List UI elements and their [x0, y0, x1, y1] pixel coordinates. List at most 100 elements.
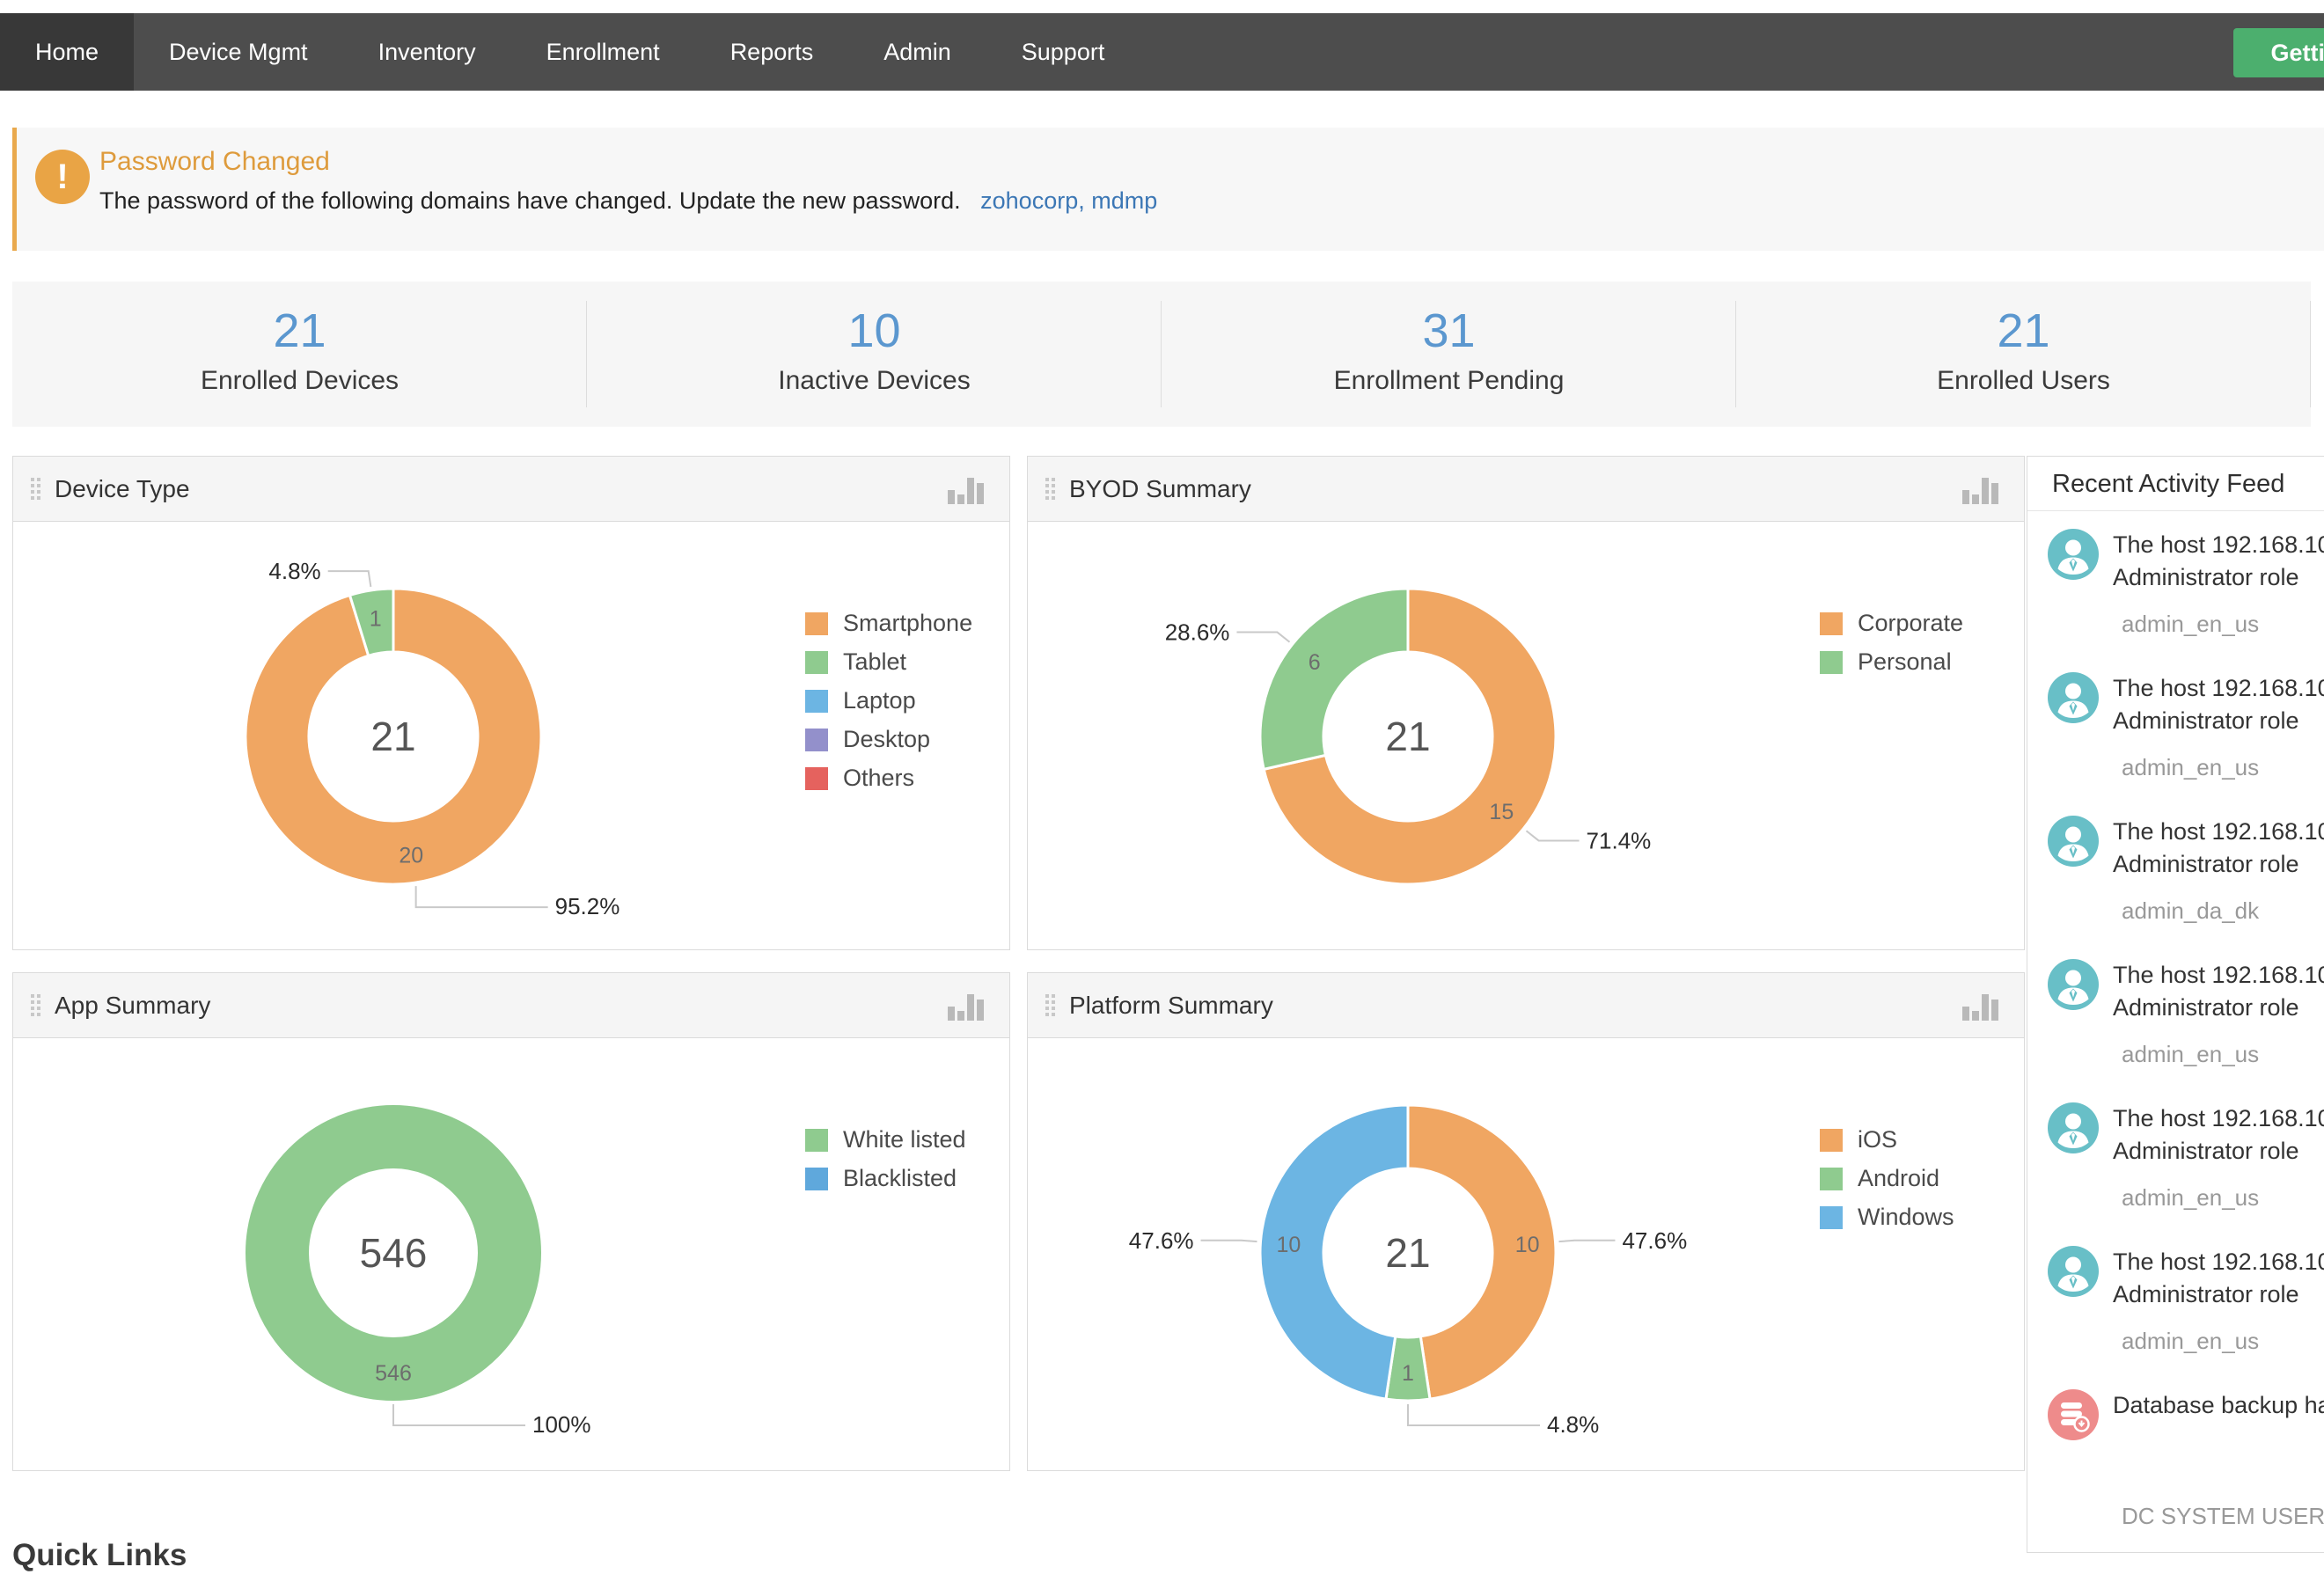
drag-handle-icon[interactable] [31, 994, 40, 1016]
stat-label: Inactive Devices [587, 366, 1162, 396]
stat-label: Enrollment Pending [1162, 366, 1736, 396]
quick-links-heading: Quick Links [12, 1538, 187, 1573]
stat-enrollment-pending[interactable]: 31 Enrollment Pending [1162, 282, 1736, 427]
feed-item-text: The host 192.168.102 [2113, 1246, 2324, 1278]
svg-text:71.4%: 71.4% [1587, 827, 1652, 853]
legend-item: Blacklisted [805, 1165, 966, 1192]
feed-title: Recent Activity Feed [2027, 457, 2324, 511]
password-changed-alert: ! Password Changed The password of the f… [12, 128, 2324, 251]
feed-item-text: Administrator role [2113, 1278, 2324, 1311]
nav-tab-home[interactable]: Home [0, 13, 134, 91]
legend-label: Windows [1858, 1204, 1954, 1231]
stat-value: 31 [1162, 304, 1736, 357]
legend-label: Tablet [843, 648, 906, 676]
legend-item: Laptop [805, 687, 972, 714]
feed-item-text: The host 192.168.102 [2113, 816, 2324, 848]
user-avatar-icon [2048, 529, 2099, 580]
platform-summary-donut-chart: 1047.6%14.8%1047.6%21 [1028, 1038, 2024, 1469]
summary-stats-row: 21 Enrolled Devices 10 Inactive Devices … [12, 282, 2311, 427]
feed-item-user: admin_da_dk [2122, 897, 2324, 925]
nav-tab-device-mgmt[interactable]: Device Mgmt [134, 13, 343, 91]
database-backup-icon [2048, 1389, 2099, 1440]
nav-tab-support[interactable]: Support [986, 13, 1140, 91]
feed-item: The host 192.168.102 Administrator role … [2048, 672, 2324, 781]
drag-handle-icon[interactable] [31, 478, 40, 500]
feed-item-text: Administrator role [2113, 992, 2324, 1024]
legend-swatch [805, 1129, 828, 1152]
feed-item-user: admin_en_us [2122, 754, 2324, 781]
legend-swatch [805, 767, 828, 790]
legend-swatch [1820, 612, 1843, 635]
stat-enrolled-devices[interactable]: 21 Enrolled Devices [12, 282, 587, 427]
legend-label: Desktop [843, 726, 930, 753]
user-avatar-icon [2048, 816, 2099, 867]
svg-text:4.8%: 4.8% [268, 558, 320, 584]
svg-text:21: 21 [1385, 1230, 1430, 1276]
feed-item-text: Administrator role [2113, 705, 2324, 737]
dashboard-page: Home Device Mgmt Inventory Enrollment Re… [0, 0, 2324, 1589]
app-summary-card: App Summary 546100%546 White listed Blac… [12, 972, 1010, 1471]
stat-enrolled-users[interactable]: 21 Enrolled Users [1736, 282, 2311, 427]
domain-link-zohocorp[interactable]: zohocorp [980, 187, 1078, 214]
feed-item-text: Database backup has [2113, 1389, 2324, 1422]
legend-label: Android [1858, 1165, 1939, 1192]
card-title: Device Type [55, 475, 190, 503]
feed-item-user: admin_en_us [2122, 1041, 2324, 1068]
legend-label: Others [843, 765, 914, 792]
legend-item: Desktop [805, 726, 972, 753]
bar-chart-icon[interactable] [1962, 991, 2001, 1026]
stat-value: 21 [12, 304, 587, 357]
user-avatar-icon [2048, 1246, 2099, 1297]
drag-handle-icon[interactable] [1045, 994, 1055, 1016]
app-summary-donut-chart: 546100%546 [13, 1038, 1009, 1469]
feed-item: The host 192.168.102 Administrator role … [2048, 816, 2324, 925]
warning-icon: ! [35, 150, 90, 204]
legend-label: Personal [1858, 648, 1952, 676]
bar-chart-icon[interactable] [948, 991, 986, 1026]
stat-inactive-devices[interactable]: 10 Inactive Devices [587, 282, 1162, 427]
card-title: App Summary [55, 992, 210, 1020]
svg-text:546: 546 [360, 1230, 428, 1276]
legend-swatch [805, 1168, 828, 1190]
device-type-card: Device Type 2095.2%14.8%21 Smartphone Ta… [12, 456, 1010, 950]
getting-started-button[interactable]: Getting Started [2233, 28, 2324, 77]
svg-text:546: 546 [375, 1361, 412, 1386]
feed-item: Database backup has DC SYSTEM USER [2048, 1389, 2324, 1530]
legend-item: White listed [805, 1126, 966, 1153]
nav-tab-enrollment[interactable]: Enrollment [511, 13, 695, 91]
legend-label: Corporate [1858, 610, 1963, 637]
user-avatar-icon [2048, 672, 2099, 723]
legend-item: Android [1820, 1165, 1954, 1192]
legend-swatch [805, 651, 828, 674]
svg-text:47.6%: 47.6% [1129, 1227, 1194, 1254]
svg-text:10: 10 [1276, 1233, 1301, 1257]
legend-swatch [1820, 1129, 1843, 1152]
legend-swatch [1820, 1206, 1843, 1229]
svg-text:4.8%: 4.8% [1547, 1411, 1599, 1438]
svg-text:1: 1 [1402, 1361, 1414, 1386]
svg-text:10: 10 [1515, 1233, 1540, 1257]
app-summary-legend: White listed Blacklisted [805, 1126, 966, 1204]
nav-tab-inventory[interactable]: Inventory [343, 13, 511, 91]
drag-handle-icon[interactable] [1045, 478, 1055, 500]
feed-item-text: The host 192.168.102 [2113, 959, 2324, 992]
stat-label: Enrolled Users [1736, 366, 2311, 396]
nav-tab-admin[interactable]: Admin [848, 13, 986, 91]
legend-label: iOS [1858, 1126, 1897, 1153]
link-separator: , [1078, 187, 1085, 214]
nav-tab-reports[interactable]: Reports [695, 13, 849, 91]
legend-swatch [1820, 1168, 1843, 1190]
feed-item: The host 192.168.102 Administrator role … [2048, 1246, 2324, 1355]
domain-link-mdmp[interactable]: mdmp [1091, 187, 1157, 214]
legend-swatch [805, 612, 828, 635]
feed-item-text: Administrator role [2113, 561, 2324, 594]
legend-label: Laptop [843, 687, 916, 714]
legend-swatch [805, 729, 828, 751]
legend-item: Smartphone [805, 610, 972, 637]
bar-chart-icon[interactable] [948, 474, 986, 509]
svg-text:21: 21 [370, 714, 415, 759]
legend-swatch [805, 690, 828, 713]
feed-item-text: The host 192.168.102 [2113, 672, 2324, 705]
bar-chart-icon[interactable] [1962, 474, 2001, 509]
svg-text:20: 20 [399, 843, 423, 868]
